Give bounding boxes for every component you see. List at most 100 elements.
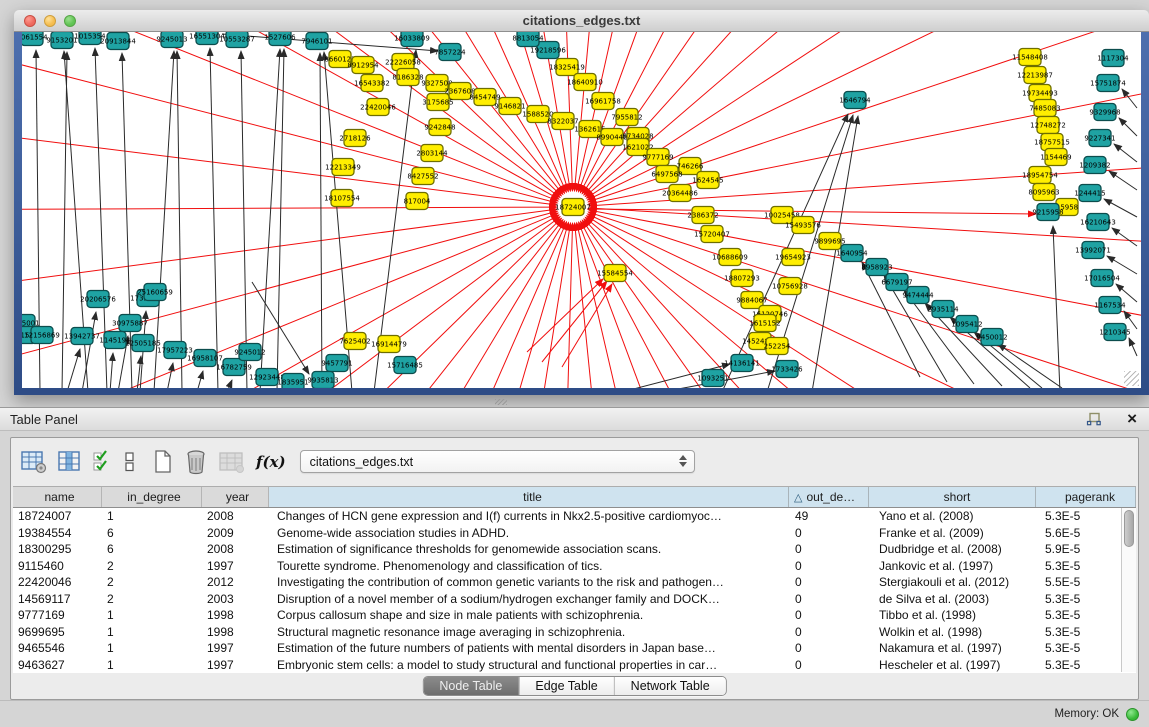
create-column-icon[interactable] — [153, 449, 173, 474]
graph-node[interactable]: 1244415 — [1074, 185, 1105, 202]
table-row[interactable]: 946554611997Estimation of the future num… — [13, 640, 1136, 657]
graph-node[interactable]: 1646794 — [839, 92, 871, 109]
graph-node[interactable]: 7625402 — [339, 333, 370, 350]
graph-node[interactable]: 2935114 — [927, 301, 959, 318]
graph-node[interactable]: 8912954 — [347, 57, 379, 74]
graph-node[interactable]: 1210345 — [1099, 324, 1130, 341]
graph-node[interactable]: 12213349 — [325, 159, 361, 176]
graph-node[interactable]: 9215958 — [1032, 204, 1063, 221]
column-header-short[interactable]: short — [869, 487, 1036, 507]
graph-node[interactable]: 9245013 — [156, 32, 187, 48]
close-panel-icon[interactable]: × — [1127, 412, 1137, 426]
column-header-name[interactable]: name — [13, 487, 102, 507]
table-row[interactable]: 911546021997Tourette syndrome. Phenomeno… — [13, 558, 1136, 575]
table-row[interactable]: 1830029562008Estimation of significance … — [13, 541, 1136, 558]
import-table-icon[interactable] — [219, 450, 245, 474]
graph-node[interactable]: 9450012 — [976, 329, 1007, 346]
table-select-dropdown[interactable]: citations_edges.txt — [300, 450, 695, 473]
graph-node[interactable]: 17016504 — [1084, 270, 1120, 287]
canvas-resize-grip[interactable] — [1124, 371, 1139, 386]
graph-node[interactable]: 1209382 — [1079, 157, 1110, 174]
graph-hub-node[interactable]: 18724007 — [555, 199, 591, 216]
graph-node[interactable]: 1733426 — [771, 361, 803, 378]
table-row[interactable]: 1938455462009Genome-wide association stu… — [13, 525, 1136, 542]
graph-node[interactable]: 12213987 — [1017, 67, 1053, 84]
graph-node[interactable]: 1835951 — [277, 374, 308, 389]
table-mode-icon[interactable] — [21, 450, 47, 474]
graph-node[interactable]: 8095963 — [1028, 184, 1059, 201]
graph-node[interactable]: 8427552 — [407, 168, 438, 185]
graph-node[interactable]: 8813054 — [512, 32, 544, 47]
graph-node[interactable]: 18107554 — [324, 190, 360, 207]
scrollbar-thumb[interactable] — [1124, 510, 1134, 547]
graph-node[interactable]: 18807293 — [724, 270, 760, 287]
graph-node[interactable]: 15751874 — [1090, 75, 1126, 92]
graph-node[interactable]: 2718126 — [339, 130, 371, 147]
graph-node[interactable]: 16961758 — [585, 93, 621, 110]
graph-node[interactable]: 13942737 — [64, 328, 100, 345]
graph-node[interactable]: 1154469 — [1040, 149, 1071, 166]
graph-node[interactable]: 16543382 — [354, 75, 390, 92]
graph-node[interactable]: 2803144 — [416, 145, 448, 162]
graph-node[interactable]: 9777169 — [642, 149, 673, 166]
column-header-year[interactable]: year — [202, 487, 269, 507]
tab-edge-table[interactable]: Edge Table — [518, 677, 613, 695]
graph-node[interactable]: 8186328 — [392, 69, 423, 86]
graph-node[interactable]: 20913844 — [100, 33, 136, 50]
graph-node[interactable]: 7485083 — [1029, 100, 1060, 117]
graph-node[interactable]: 16914479 — [371, 336, 407, 353]
graph-node[interactable]: 9242848 — [424, 119, 455, 136]
graph-node[interactable]: 7857224 — [434, 44, 466, 61]
graph-node[interactable]: 12748272 — [1030, 117, 1066, 134]
table-row[interactable]: 977716911998Corpus callosum shape and si… — [13, 607, 1136, 624]
graph-node[interactable]: 9935813 — [307, 372, 338, 389]
graph-node[interactable]: 1527606 — [264, 32, 296, 46]
graph-node[interactable]: 9227341 — [1084, 130, 1115, 147]
function-builder-icon[interactable]: f(x) — [256, 453, 286, 471]
graph-node[interactable]: 1615152 — [749, 315, 780, 332]
graph-node[interactable]: 1167534 — [1094, 297, 1126, 314]
table-row[interactable]: 2242004622012Investigating the contribut… — [13, 574, 1136, 591]
graph-node[interactable]: 1640954 — [836, 245, 868, 262]
graph-node[interactable]: 2061554 — [22, 32, 48, 46]
graph-node[interactable]: 9329968 — [1089, 104, 1120, 121]
graph-node[interactable]: 9474444 — [902, 287, 934, 304]
graph-node[interactable]: 252254 — [764, 338, 791, 355]
row-height-icon[interactable] — [124, 450, 136, 474]
minimize-window-button[interactable] — [44, 15, 56, 27]
graph-node[interactable]: 2386372 — [687, 207, 718, 224]
graph-node[interactable]: 16210643 — [1080, 214, 1116, 231]
graph-node[interactable]: 1093251 — [697, 370, 728, 387]
graph-node[interactable]: 6497568 — [651, 166, 682, 183]
graph-node[interactable]: 15720407 — [694, 226, 730, 243]
tab-network-table[interactable]: Network Table — [614, 677, 726, 695]
show-columns-icon[interactable] — [58, 450, 82, 474]
graph-node[interactable]: 9146821 — [494, 98, 525, 115]
graph-node[interactable]: 14136141 — [724, 355, 760, 372]
network-graph[interactable]: 8660123891295422226058165433828186328932… — [22, 32, 1141, 388]
graph-node[interactable]: 16033809 — [394, 32, 430, 47]
close-window-button[interactable] — [24, 15, 36, 27]
table-row[interactable]: 1872400712008Changes of HCN gene express… — [13, 508, 1136, 525]
table-row[interactable]: 1456911722003Disruption of a novel membe… — [13, 591, 1136, 608]
graph-node[interactable]: 3175685 — [422, 94, 453, 111]
tab-node-table[interactable]: Node Table — [423, 677, 518, 695]
vertical-scrollbar[interactable] — [1121, 508, 1136, 672]
graph-node[interactable]: 18954754 — [1022, 167, 1058, 184]
graph-node[interactable]: 9457791 — [321, 355, 352, 372]
split-handle[interactable] — [495, 399, 507, 405]
window-titlebar[interactable]: citations_edges.txt — [14, 10, 1149, 32]
graph-node[interactable]: 20206576 — [80, 291, 116, 308]
graph-node[interactable]: 1095412 — [951, 316, 982, 333]
graph-node[interactable]: 1117304 — [1097, 50, 1129, 67]
graph-node[interactable]: 13992071 — [1075, 242, 1111, 259]
zoom-window-button[interactable] — [64, 15, 76, 27]
column-header-in-degree[interactable]: in_degree — [102, 487, 202, 507]
graph-node[interactable]: 1624545 — [692, 172, 723, 189]
graph-node[interactable]: 7946101 — [301, 33, 332, 50]
graph-node[interactable]: 9245012 — [234, 344, 265, 361]
column-header-pagerank[interactable]: pagerank — [1036, 487, 1136, 507]
column-header-out-de-[interactable]: △out_de… — [789, 487, 869, 507]
graph-node[interactable]: 7955812 — [611, 109, 642, 126]
table-row[interactable]: 969969511998Structural magnetic resonanc… — [13, 624, 1136, 641]
